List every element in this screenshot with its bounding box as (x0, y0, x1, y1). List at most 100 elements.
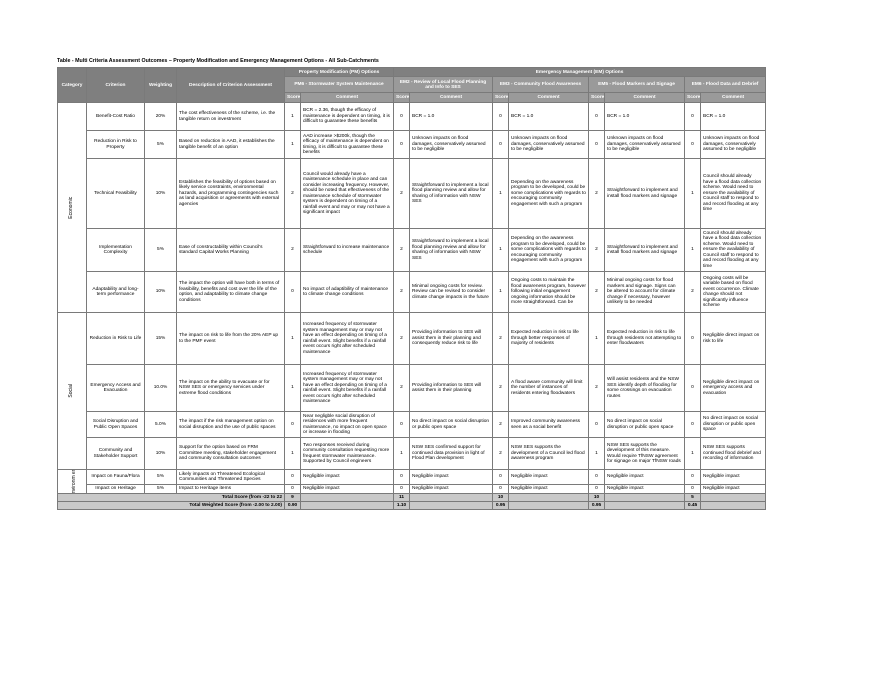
weighting-cell: 10% (144, 271, 177, 313)
header-score: Score (588, 92, 606, 103)
score-cell: 0 (588, 411, 606, 438)
description-cell: The impact on risk to life from the 20% … (176, 312, 285, 365)
criterion-cell: Impact on Heritage (86, 484, 145, 494)
score-cell: 2 (284, 158, 301, 229)
header-score: Score (684, 92, 702, 103)
header-comment: Comment (299, 92, 395, 103)
comment-cell: Depending on the awareness program to be… (508, 228, 590, 272)
comment-cell: Negligible impact (604, 484, 686, 494)
comment-cell: Depending on the awareness program to be… (508, 158, 590, 229)
weighting-cell: 5% (144, 469, 177, 485)
description-cell: Impact to Heritage items (176, 484, 285, 494)
total-score-pm6: 9 (284, 493, 301, 502)
score-cell: 1 (284, 102, 301, 131)
score-cell: 0 (284, 484, 301, 494)
score-cell: 2 (393, 312, 411, 365)
score-cell: 0 (684, 469, 702, 485)
score-cell: 1 (684, 228, 702, 272)
comment-cell: No direct impact on social disruption or… (604, 411, 686, 438)
header-category: Category (57, 67, 87, 103)
header-description: Description of Criterion Assessment (176, 67, 285, 103)
comment-cell: Negligible impact (409, 469, 494, 485)
criterion-cell: Impact on Fauna/Flora (86, 469, 145, 485)
table-row: Technical Feasibility 10% Establishes the … (58, 158, 767, 229)
comment-cell: NSW SES supports continued flood debrief… (700, 437, 767, 470)
header-comment: Comment (508, 92, 590, 103)
score-cell: 2 (588, 271, 606, 313)
score-cell: 2 (393, 364, 411, 412)
score-cell: 0 (393, 102, 411, 131)
comment-cell: Providing information to SES will assist… (409, 312, 494, 365)
total-score-em6: 5 (684, 493, 702, 502)
comment-cell: Improved community awareness seen as a s… (508, 411, 590, 438)
comment-cell: BCR = 2.36, though the efficacy of maint… (299, 102, 395, 131)
comment-cell: Negligible impact (299, 484, 395, 494)
weighted-score-row: Total Weighted Score (from -2.00 to 2.00… (57, 501, 767, 510)
score-cell: 1 (684, 437, 702, 470)
mca-table: Category Criterion Weighting Description… (57, 67, 767, 510)
comment-cell: Minimal ongoing costs for review. Review… (409, 271, 494, 313)
comment-cell: Straightforward to implement a local flo… (409, 228, 494, 272)
score-cell: 0 (393, 130, 411, 159)
comment-cell: No direct impact on social disruption or… (700, 411, 767, 438)
category-label: Environm ent (70, 469, 77, 494)
comment-cell: Straightforward to implement and install… (604, 228, 686, 272)
criterion-cell: Emergency Access and Evacuation (86, 364, 145, 412)
weighted-score-em5: 0.95 (588, 501, 606, 510)
header-comment: Comment (700, 92, 767, 103)
comment-cell: No direct impact on social disruption or… (409, 411, 494, 438)
comment-cell: A flood aware community will limit the n… (508, 364, 590, 412)
score-cell: 2 (393, 228, 411, 272)
weighted-score-pm6: 0.90 (284, 501, 301, 510)
header-comment: Comment (604, 92, 686, 103)
table-row: Emergency Access and Evacuation 10.0% The … (58, 364, 767, 412)
description-cell: Ease of constructability within Council'… (176, 228, 285, 272)
comment-cell: BCR = 1.0 (409, 102, 494, 131)
header-pm-group: Property Modification (PM) Options (283, 67, 395, 77)
comment-cell: Unknown impacts on flood damages, conser… (700, 130, 767, 159)
score-cell: 0 (684, 312, 702, 365)
weighting-cell: 10% (144, 158, 177, 229)
score-cell: 0 (588, 102, 606, 131)
comment-cell: Negligible impact (700, 484, 767, 494)
score-cell: 2 (393, 158, 411, 229)
header-weighting: Weighting (144, 67, 177, 103)
comment-cell: Two responses received during community … (299, 437, 395, 470)
comment-cell: AAD increase >$200k, though the efficacy… (299, 130, 395, 159)
score-cell: 0 (588, 469, 606, 485)
score-cell: 0 (492, 484, 510, 494)
criterion-cell: Community and Stakeholder Support (86, 437, 145, 470)
score-cell: 0 (393, 484, 411, 494)
criterion-cell: Reduction in Risk to Life (86, 312, 145, 365)
comment-cell: Negligible impact (700, 469, 767, 485)
score-cell: 1 (492, 228, 510, 272)
score-cell: 1 (492, 271, 510, 313)
description-cell: The impact if the risk management option… (176, 411, 285, 438)
header-option-em6: EM6 - Flood Data and Debrief (684, 76, 767, 93)
description-cell: The impact on the ability to evacuate or… (176, 364, 285, 412)
score-cell: 2 (588, 228, 606, 272)
comment-cell: BCR = 1.0 (700, 102, 767, 131)
comment-cell: Straightforward to implement and install… (604, 158, 686, 229)
comment-cell: Minimal ongoing costs for flood markers … (604, 271, 686, 313)
table-row: Implementation Complexity 5% Ease of const… (58, 228, 767, 272)
score-cell: 1 (588, 312, 606, 365)
table-row: Environm ent Impact on Fauna/Flora 5% Likel… (57, 469, 767, 494)
comment-cell: Council should already have a flood data… (700, 228, 767, 272)
weighting-cell: 5% (144, 228, 177, 272)
comment-cell: NSW SES confirmed support for continued … (409, 437, 494, 470)
header-option-em5: EM5 - Flood Markers and Signage (588, 76, 686, 93)
score-cell: 0 (393, 469, 411, 485)
score-cell: 0 (492, 102, 510, 131)
comment-cell: Expected reduction in risk to life throu… (604, 312, 686, 365)
score-cell: 0 (684, 484, 702, 494)
header-option-em3: EM3 - Community Flood Awareness (492, 76, 590, 93)
comment-cell: Unknown impacts on flood damages, conser… (604, 130, 686, 159)
criterion-cell: Technical Feasibility (86, 158, 145, 229)
weighted-score-em2: 1.10 (393, 501, 411, 510)
comment-cell: Negligible impact (299, 469, 395, 485)
header-comment: Comment (409, 92, 494, 103)
total-score-row: Total Score (from -22 to 22 9 11 10 10 5 (57, 493, 767, 502)
total-score-em2: 11 (393, 493, 411, 502)
score-cell: 1 (492, 158, 510, 229)
